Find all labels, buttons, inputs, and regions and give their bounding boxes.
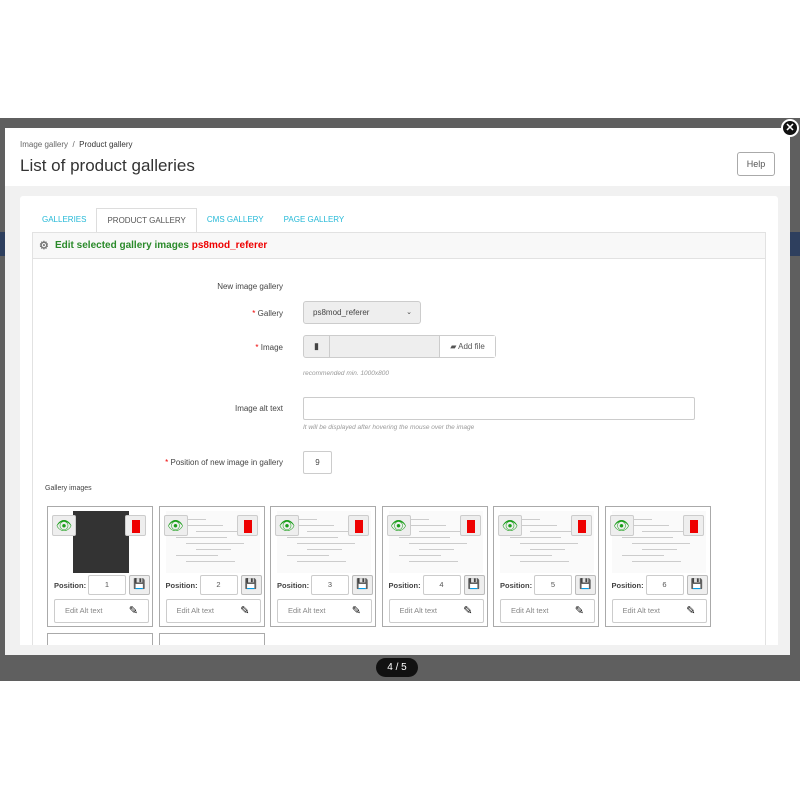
breadcrumb-current: Product gallery	[79, 140, 133, 149]
modal-footer	[5, 645, 790, 655]
panel-heading: ⚙ Edit selected gallery images ps8mod_re…	[33, 233, 765, 259]
position-label: Position:	[388, 581, 421, 590]
tab-product-gallery[interactable]: PRODUCT GALLERY	[96, 208, 197, 232]
save-icon[interactable]: 💾	[352, 575, 373, 595]
add-file-button[interactable]: ▰ Add file	[439, 336, 495, 357]
position-label: Position:	[611, 581, 644, 590]
image-hint: recommended min. 1000x800	[303, 370, 389, 377]
position-input[interactable]: 9	[303, 451, 332, 474]
folder-icon: ▰	[450, 342, 457, 351]
pencil-icon: ✎	[351, 605, 361, 617]
position-label: Position:	[500, 581, 533, 590]
gallery-card: 👁 Position: 6 💾 Edit Alt text ✎	[604, 506, 711, 627]
alt-hint: It will be displayed after hovering the …	[303, 424, 475, 431]
save-icon[interactable]: 💾	[463, 575, 485, 595]
position-label: Position:	[277, 581, 310, 590]
alt-text-input[interactable]	[303, 397, 695, 420]
gallery-name: ps8mod_referer	[191, 240, 268, 251]
trash-icon[interactable]	[571, 515, 592, 536]
position-input[interactable]: 5	[534, 575, 572, 595]
save-icon[interactable]: 💾	[240, 575, 262, 595]
eye-icon[interactable]: 👁	[275, 515, 299, 536]
position-input[interactable]: 2	[199, 575, 238, 595]
chevron-down-icon: ⌄	[406, 309, 412, 316]
eye-icon[interactable]: 👁	[498, 515, 522, 536]
slide-counter: 4 / 5	[376, 658, 418, 677]
help-button[interactable]: Help	[737, 152, 775, 176]
save-icon[interactable]: 💾	[686, 575, 708, 595]
eye-icon[interactable]: 👁	[163, 515, 188, 536]
save-icon[interactable]: 💾	[575, 575, 596, 595]
gallery-thumbnail[interactable]	[73, 511, 129, 573]
eye-icon[interactable]: 👁	[386, 515, 411, 536]
gallery-images-label: Gallery images	[45, 485, 92, 492]
page-header: Image gallery / Product gallery List of …	[5, 128, 790, 186]
position-input[interactable]: 6	[645, 575, 684, 595]
section-label: New image gallery	[217, 282, 283, 291]
save-icon[interactable]: 💾	[129, 575, 150, 595]
edit-gallery-panel: ⚙ Edit selected gallery images ps8mod_re…	[32, 232, 766, 655]
edit-alt-text-button[interactable]: Edit Alt text ✎	[500, 599, 595, 623]
position-label: Position:	[165, 581, 198, 590]
gallery-card: 👁 Position: 5 💾 Edit Alt text ✎	[493, 506, 599, 627]
page-title: List of product galleries	[20, 156, 195, 175]
tabs: GALLERIES PRODUCT GALLERY CMS GALLERY PA…	[32, 208, 354, 232]
pencil-icon: ✎	[128, 605, 138, 617]
alt-label: Image alt text	[234, 404, 283, 413]
edit-alt-text-button[interactable]: Edit Alt text ✎	[611, 599, 707, 623]
trash-icon[interactable]	[682, 515, 704, 536]
position-input[interactable]: 4	[422, 575, 461, 595]
tab-cms-gallery[interactable]: CMS GALLERY	[197, 208, 274, 232]
gallery-card: 👁 Position: 4 💾 Edit Alt text ✎	[381, 506, 488, 627]
gears-icon: ⚙	[39, 240, 49, 252]
image-label: * Image	[255, 343, 283, 352]
pencil-icon: ✎	[574, 605, 584, 617]
eye-icon[interactable]: 👁	[609, 515, 634, 536]
gallery-card: 👁 Position: 1 💾 Edit Alt text ✎	[47, 506, 153, 627]
pencil-icon: ✎	[463, 605, 473, 617]
panel-title: Edit selected gallery images	[55, 240, 189, 251]
gallery-label: * Gallery	[252, 309, 283, 318]
pencil-icon: ✎	[240, 605, 250, 617]
close-icon[interactable]: ✕	[781, 119, 799, 137]
image-file-input[interactable]: ▮ ▰ Add file	[303, 335, 496, 358]
modal: Image gallery / Product gallery List of …	[5, 128, 790, 655]
position-label: Position:	[54, 581, 87, 590]
position-label: * Position of new image in gallery	[165, 458, 283, 467]
tab-page-gallery[interactable]: PAGE GALLERY	[274, 208, 355, 232]
pencil-icon: ✎	[686, 605, 696, 617]
breadcrumb: Image gallery / Product gallery	[20, 140, 133, 149]
file-icon: ▮	[304, 336, 330, 357]
eye-icon[interactable]: 👁	[52, 515, 76, 536]
gallery-card: 👁 Position: 3 💾 Edit Alt text ✎	[270, 506, 376, 627]
trash-icon[interactable]	[348, 515, 369, 536]
position-input[interactable]: 1	[88, 575, 126, 595]
edit-alt-text-button[interactable]: Edit Alt text ✎	[388, 599, 484, 623]
trash-icon[interactable]	[459, 515, 481, 536]
edit-alt-text-button[interactable]: Edit Alt text ✎	[54, 599, 149, 623]
trash-icon[interactable]	[125, 515, 146, 536]
edit-alt-text-button[interactable]: Edit Alt text ✎	[277, 599, 372, 623]
tab-galleries[interactable]: GALLERIES	[32, 208, 96, 232]
gallery-select[interactable]: ps8mod_referer ⌄	[303, 301, 421, 324]
position-input[interactable]: 3	[311, 575, 349, 595]
breadcrumb-parent[interactable]: Image gallery	[20, 140, 68, 149]
gallery-card: 👁 Position: 2 💾 Edit Alt text ✎	[158, 506, 265, 627]
edit-alt-text-button[interactable]: Edit Alt text ✎	[165, 599, 261, 623]
content-panel: GALLERIES PRODUCT GALLERY CMS GALLERY PA…	[20, 196, 778, 655]
breadcrumb-separator: /	[72, 140, 75, 149]
trash-icon[interactable]	[236, 515, 258, 536]
